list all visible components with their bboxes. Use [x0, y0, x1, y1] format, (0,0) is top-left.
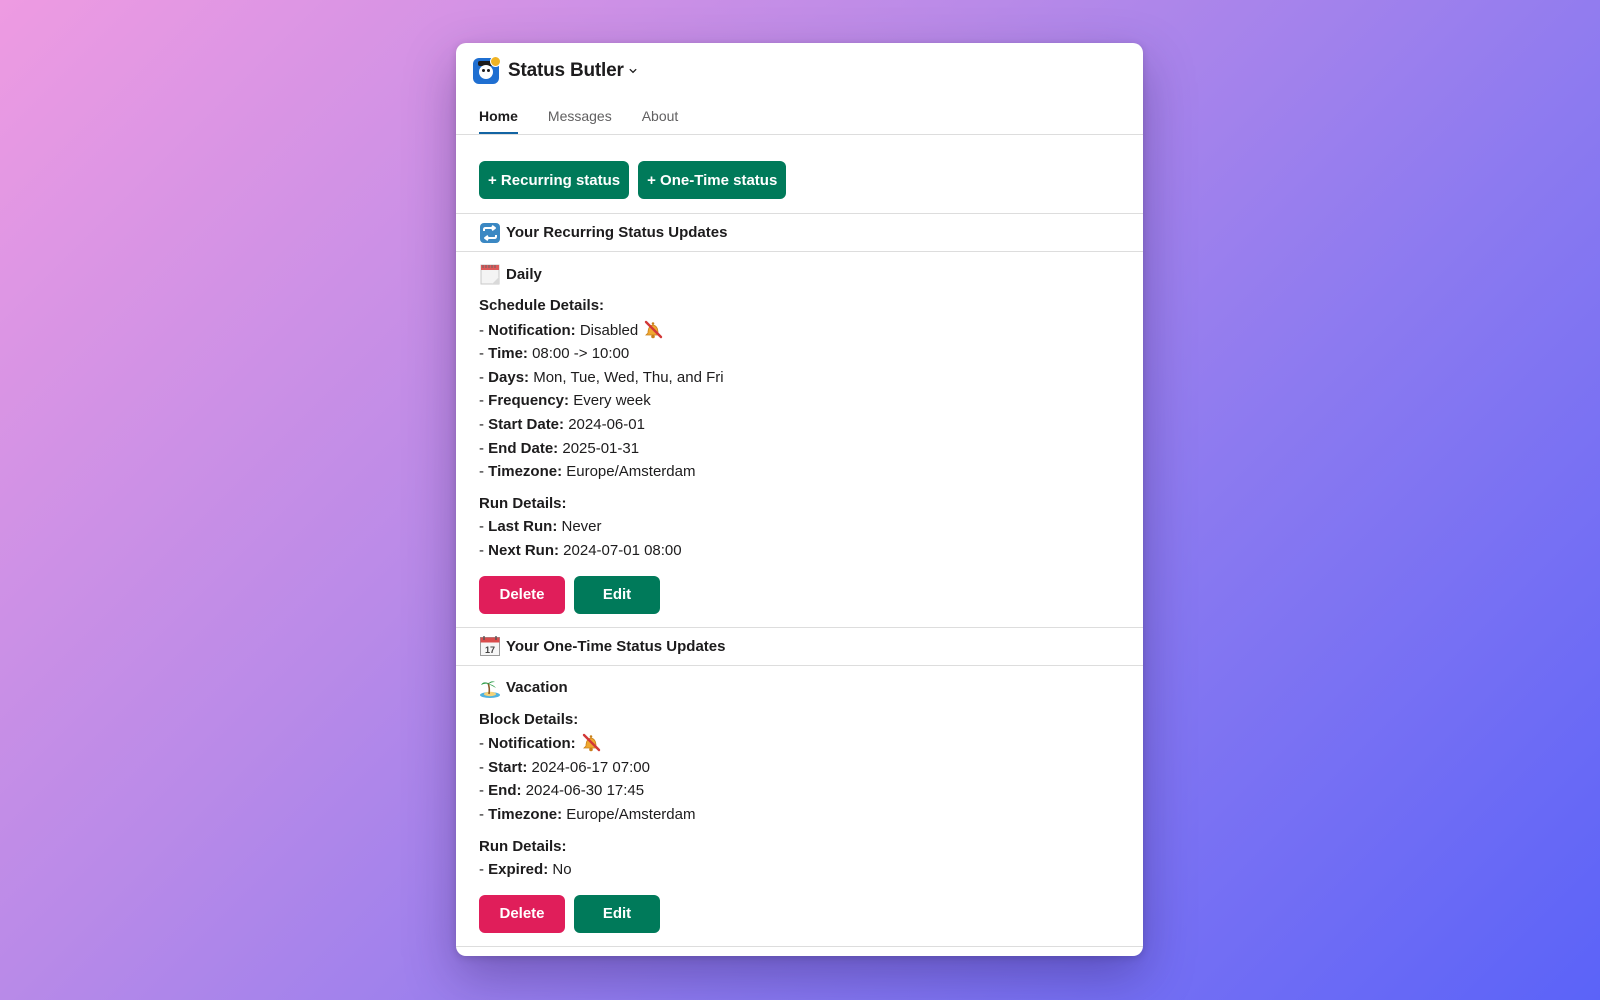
- tab-about[interactable]: About: [642, 101, 679, 134]
- app-header: Status Butler Home Messages About: [456, 43, 1143, 134]
- delete-button[interactable]: Delete: [479, 575, 565, 614]
- detail-row: - End: 2024-06-30 17:45: [479, 782, 645, 800]
- tab-home[interactable]: Home: [479, 101, 518, 134]
- detail-row: - End Date: 2025-01-31: [479, 439, 640, 457]
- desert-island-icon: [480, 680, 500, 698]
- detail-row: - Time: 08:00 -> 10:00: [479, 345, 630, 363]
- home-content: + Recurring status + One-Time status You…: [456, 135, 1143, 947]
- svg-text:17: 17: [485, 645, 495, 655]
- recurring-section-title: Your Recurring Status Updates: [506, 224, 728, 241]
- section-divider: [456, 945, 1143, 947]
- onetime-item-title: Vacation: [479, 666, 1143, 702]
- recurring-item-name: Daily: [506, 265, 542, 283]
- onetime-block-details: Block Details: - Notification: - Start: …: [479, 708, 1143, 882]
- detail-row: - Start: 2024-06-17 07:00: [479, 758, 650, 776]
- recurring-section-header: Your Recurring Status Updates: [479, 214, 1143, 251]
- delete-button[interactable]: Delete: [479, 894, 565, 933]
- recurring-item-title: Daily: [479, 252, 1143, 288]
- tab-messages[interactable]: Messages: [548, 101, 612, 134]
- detail-row: - Expired: No: [479, 861, 572, 879]
- edit-button[interactable]: Edit: [574, 575, 660, 614]
- create-actions: + Recurring status + One-Time status: [479, 135, 1143, 213]
- detail-row: - Next Run: 2024-07-01 08:00: [479, 541, 682, 559]
- schedule-details-heading: Schedule Details:: [479, 297, 605, 314]
- detail-row: - Notification: Disabled: [479, 318, 1143, 343]
- detail-row: - Start Date: 2024-06-01: [479, 415, 645, 433]
- onetime-item-name: Vacation: [506, 679, 568, 697]
- detail-row: - Days: Mon, Tue, Wed, Thu, and Fri: [479, 368, 724, 386]
- detail-row: - Frequency: Every week: [479, 392, 651, 410]
- notepad-calendar-icon: [480, 264, 500, 285]
- repeat-icon: [480, 222, 500, 243]
- bell-slash-icon: [582, 733, 600, 752]
- block-details-heading: Block Details:: [479, 710, 579, 728]
- app-home-window: Status Butler Home Messages About + Recu…: [456, 43, 1143, 956]
- detail-row: - Timezone: Europe/Amsterdam: [479, 463, 696, 481]
- app-title-row[interactable]: Status Butler: [473, 56, 1126, 85]
- onetime-section-title: Your One-Time Status Updates: [506, 637, 726, 655]
- detail-row: - Notification:: [479, 731, 1143, 756]
- recurring-item-actions: Delete Edit: [479, 563, 1143, 627]
- run-details-heading: Run Details:: [479, 494, 567, 512]
- detail-row: - Last Run: Never: [479, 518, 602, 536]
- butler-app-icon: [473, 56, 501, 84]
- onetime-item-actions: Delete Edit: [479, 882, 1143, 946]
- app-title: Status Butler: [508, 60, 624, 81]
- tab-bar: Home Messages About: [473, 101, 1126, 134]
- run-details-heading: Run Details:: [479, 837, 567, 855]
- add-one-time-status-button[interactable]: + One-Time status: [638, 161, 787, 199]
- bell-slash-icon: [645, 320, 663, 338]
- calendar-icon: 17: [480, 636, 500, 657]
- edit-button[interactable]: Edit: [574, 894, 660, 933]
- chevron-down-icon: [629, 68, 637, 74]
- detail-row: - Timezone: Europe/Amsterdam: [479, 805, 696, 823]
- add-recurring-status-button[interactable]: + Recurring status: [479, 161, 630, 199]
- recurring-schedule-details: Schedule Details: - Notification: Disabl…: [479, 294, 1143, 563]
- onetime-section-header: 17 Your One-Time Status Updates: [479, 628, 1143, 665]
